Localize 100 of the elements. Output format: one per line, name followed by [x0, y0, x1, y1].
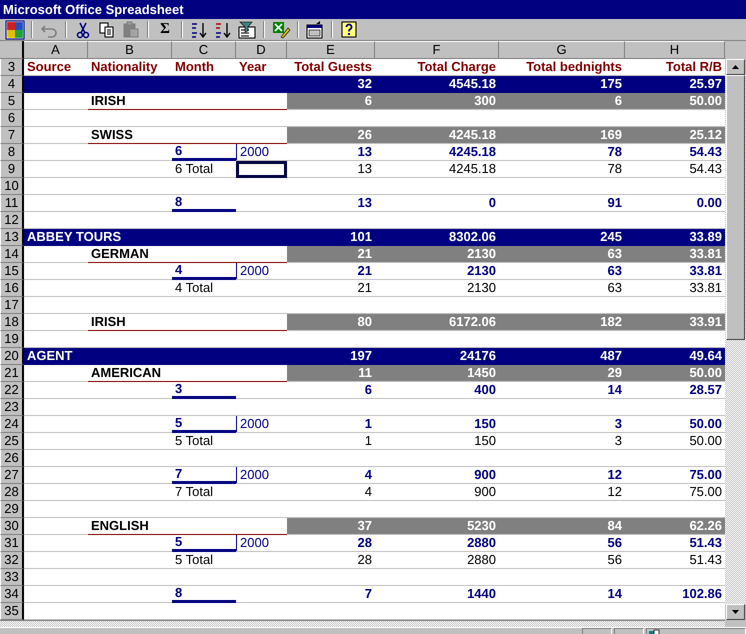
up-arrow-icon [732, 65, 739, 69]
table-cell-text: 54.43 [688, 144, 723, 160]
table-cell-text: 1 [364, 416, 373, 432]
row-header[interactable]: 16 [0, 280, 24, 297]
column-header[interactable]: F [375, 41, 499, 59]
table-cell: 245 [499, 229, 625, 245]
row-header[interactable]: 12 [0, 212, 24, 229]
table-cell-text: 5 Total [174, 552, 214, 568]
spreadsheet-pen-icon [271, 20, 291, 40]
row-header[interactable]: 30 [0, 518, 24, 535]
app-logo-button[interactable] [4, 19, 26, 40]
table-cell: 175 [499, 76, 625, 92]
row-header[interactable]: 18 [0, 314, 24, 331]
select-all-corner[interactable] [0, 41, 24, 59]
table-cell: SWISS [88, 127, 287, 144]
table-cell-text: Month [174, 59, 215, 75]
row-header[interactable]: 33 [0, 569, 24, 586]
row-header[interactable]: 14 [0, 246, 24, 263]
row-header[interactable]: 8 [0, 144, 24, 161]
table-cell: 24176 [375, 348, 499, 364]
table-cell-text: 2880 [466, 535, 497, 551]
row-header[interactable]: 9 [0, 161, 24, 178]
spreadsheet-pen-button[interactable] [270, 19, 292, 40]
row-header[interactable]: 29 [0, 501, 24, 518]
row-header[interactable]: 5 [0, 93, 24, 110]
table-cell: 33.81 [625, 246, 725, 262]
table-cell: 4245.18 [375, 127, 499, 143]
table-cell-text: 2130 [466, 263, 497, 279]
table-cell-text: 4 Total [174, 280, 214, 296]
table-cell: 2000 [236, 144, 287, 160]
column-header[interactable]: C [172, 41, 236, 59]
horizontal-scrollbar[interactable] [0, 620, 725, 627]
row-header[interactable]: 11 [0, 195, 24, 212]
row-header[interactable]: 32 [0, 552, 24, 569]
row-header[interactable]: 4 [0, 76, 24, 93]
table-cell-text: 13 [356, 195, 373, 211]
row-header[interactable]: 23 [0, 399, 24, 416]
table-cell: 50.00 [625, 365, 725, 381]
table-cell-text: 1440 [466, 586, 497, 602]
help-icon [339, 20, 359, 40]
table-cell: 182 [499, 314, 625, 330]
table-cell: 63 [499, 246, 625, 262]
down-arrow-icon [732, 610, 739, 614]
table-cell-text: Total Guests [293, 59, 373, 75]
row-header[interactable]: 20 [0, 348, 24, 365]
row-header[interactable]: 7 [0, 127, 24, 144]
row-header[interactable]: 15 [0, 263, 24, 280]
table-cell-text: 6 [364, 382, 373, 398]
table-cell: 25.97 [625, 76, 725, 92]
row-header[interactable]: 24 [0, 416, 24, 433]
table-cell: 11 [287, 365, 375, 381]
column-header[interactable]: A [24, 41, 88, 59]
table-cell-text: Source [26, 59, 72, 75]
table-cell-text: 28 [356, 552, 373, 568]
row-header[interactable]: 19 [0, 331, 24, 348]
table-cell-text: Total Charge [416, 59, 497, 75]
filter-icon [237, 20, 257, 40]
scroll-thumb[interactable] [726, 75, 745, 340]
table-cell-text: 6 Total [174, 161, 214, 177]
row-header[interactable]: 10 [0, 178, 24, 195]
row-header[interactable]: 28 [0, 484, 24, 501]
table-cell: 4545.18 [375, 76, 499, 92]
table-cell-text: 51.43 [688, 535, 723, 551]
filter-button[interactable] [236, 19, 258, 40]
table-cell-text: 3 [614, 433, 623, 449]
row-header[interactable]: 17 [0, 297, 24, 314]
table-cell: 487 [499, 348, 625, 364]
table-cell-text: 13 [356, 161, 373, 177]
table-cell-text: 14 [606, 382, 623, 398]
row-header[interactable]: 35 [0, 603, 24, 620]
cell-cursor[interactable] [236, 161, 287, 178]
row-header[interactable]: 26 [0, 450, 24, 467]
row-header[interactable]: 13 [0, 229, 24, 246]
table-cell-text: 21 [356, 280, 373, 296]
scroll-up-button[interactable] [726, 59, 745, 75]
row-header[interactable]: 21 [0, 365, 24, 382]
table-cell: 6172.06 [375, 314, 499, 330]
column-header[interactable]: G [499, 41, 625, 59]
table-cell: AMERICAN [88, 365, 287, 382]
table-cell: 25.12 [625, 127, 725, 143]
row-header[interactable]: 34 [0, 586, 24, 603]
row-header[interactable]: 31 [0, 535, 24, 552]
table-cell-text: 50.00 [688, 433, 723, 449]
column-header[interactable]: H [625, 41, 725, 59]
row-header[interactable]: 25 [0, 433, 24, 450]
row-header[interactable]: 27 [0, 467, 24, 484]
table-cell: 2000 [236, 416, 287, 432]
row-header[interactable]: 6 [0, 110, 24, 127]
column-header[interactable]: D [236, 41, 287, 59]
row-header[interactable]: 3 [0, 59, 24, 76]
sum-button[interactable]: Σ [154, 19, 176, 40]
column-header[interactable]: B [88, 41, 172, 59]
table-cell-text: 63 [606, 263, 623, 279]
table-cell: 33.89 [625, 229, 725, 245]
column-header[interactable]: E [287, 41, 375, 59]
row-header[interactable]: 22 [0, 382, 24, 399]
table-cell: 29 [499, 365, 625, 381]
table-cell: 21 [287, 246, 375, 262]
scroll-down-button[interactable] [726, 604, 745, 620]
table-cell-text: 75.00 [688, 467, 723, 483]
